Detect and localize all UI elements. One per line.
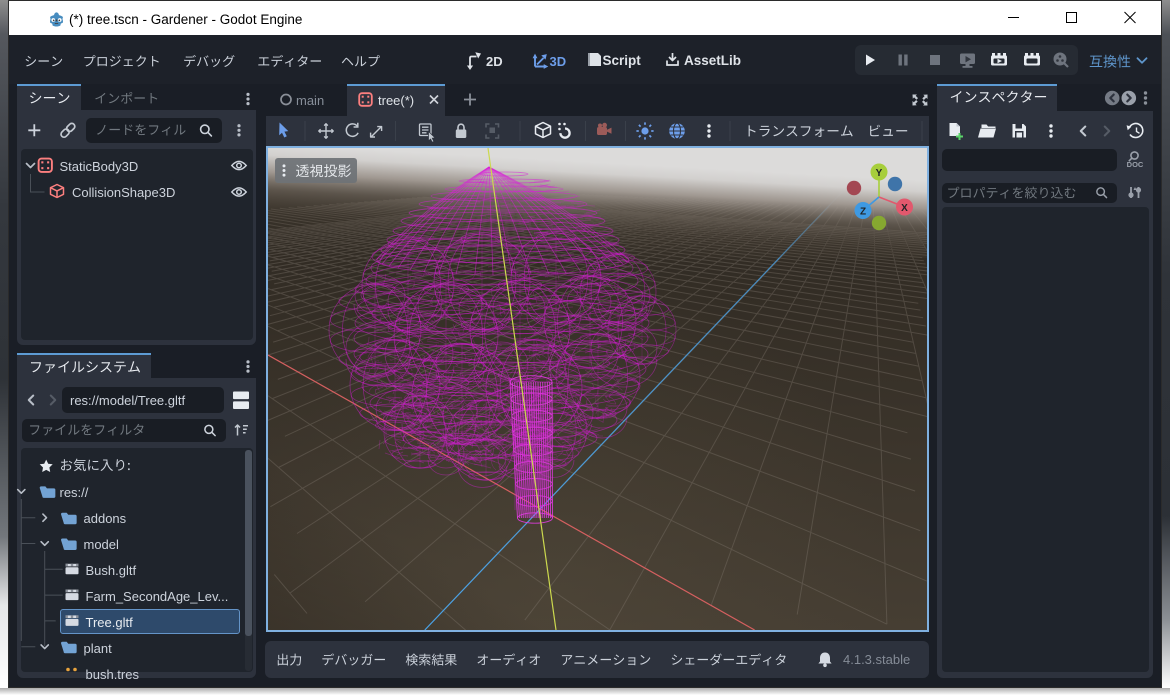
svg-text:DOC: DOC	[1127, 160, 1144, 169]
